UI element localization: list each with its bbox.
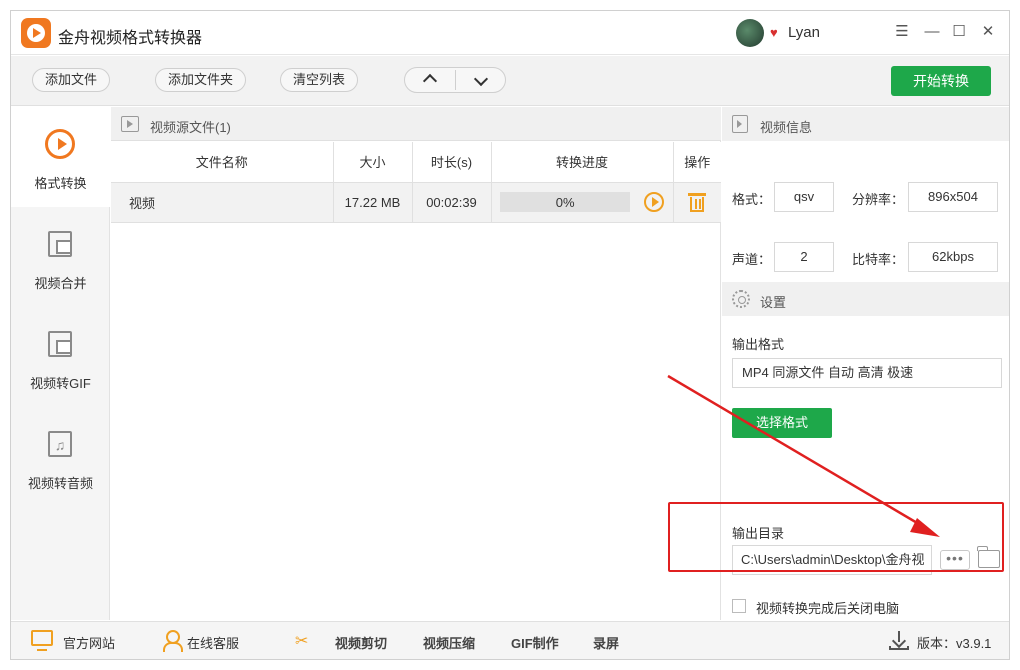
- table-row[interactable]: 视频 17.22 MB 00:02:39 0%: [111, 182, 721, 223]
- file-table: 文件名称 大小 时长(s) 转换进度 操作 视频 17.22 MB 00:02:…: [111, 142, 721, 223]
- footer-bar: 官方网站 在线客服 ✂ 视频剪切 视频压缩 GIF制作 录屏 版本：v3.9.1: [11, 621, 1009, 659]
- add-file-button[interactable]: 添加文件: [32, 68, 111, 92]
- column-header: 转换进度: [491, 142, 674, 183]
- video-info-icon: [732, 115, 748, 133]
- image-icon: [48, 331, 72, 357]
- merge-icon: [48, 231, 72, 257]
- video-cut-link[interactable]: 视频剪切: [335, 633, 387, 652]
- vip-heart-icon: ♥: [770, 25, 778, 40]
- online-support-link[interactable]: 在线客服: [187, 633, 239, 652]
- progress-cell: 0%: [491, 182, 674, 223]
- video-info-header: 视频信息: [722, 107, 1009, 141]
- app-title: 金舟视频格式转换器: [58, 30, 203, 47]
- file-list-header: 视频源文件(1): [111, 107, 721, 141]
- title-bar: 金舟视频格式转换器 ♥ Lyan ☰ — ☐ ✕: [11, 11, 1009, 55]
- close-icon[interactable]: ✕: [977, 21, 999, 43]
- sidebar-item-video-gif[interactable]: 视频转GIF: [11, 307, 110, 407]
- progress-bar: 0%: [500, 192, 631, 212]
- toolbar: 添加文件 添加文件夹 清空列表 开始转换: [11, 56, 1009, 106]
- screen-record-link[interactable]: 录屏: [593, 633, 619, 652]
- move-up-button[interactable]: [405, 68, 455, 92]
- shutdown-label: 视频转换完成后关闭电脑: [756, 601, 900, 616]
- file-list-title: 视频源文件(1): [150, 120, 231, 135]
- minimize-icon[interactable]: —: [921, 21, 943, 43]
- column-header: 大小: [333, 142, 413, 183]
- username[interactable]: Lyan: [788, 24, 820, 41]
- music-icon: ♫: [48, 431, 72, 457]
- choose-format-button[interactable]: 选择格式: [732, 408, 832, 438]
- sidebar-item-label: 视频转音频: [27, 476, 93, 491]
- video-compress-link[interactable]: 视频压缩: [423, 633, 475, 652]
- sidebar-item-label: 视频转GIF: [30, 376, 91, 391]
- maximize-icon[interactable]: ☐: [948, 21, 970, 43]
- official-website-link[interactable]: 官方网站: [63, 633, 115, 652]
- channel-value: 2: [774, 242, 834, 272]
- move-buttons: [404, 67, 506, 93]
- video-info-title: 视频信息: [760, 120, 813, 135]
- scissors-icon: ✂: [295, 633, 309, 650]
- column-header: 操作: [673, 142, 721, 183]
- download-base: [889, 646, 909, 650]
- chevron-down-icon: [473, 71, 489, 87]
- monitor-icon: [31, 630, 53, 651]
- bitrate-label: 比特率：: [852, 252, 905, 267]
- gif-make-link[interactable]: GIF制作: [511, 633, 559, 652]
- column-header: 文件名称: [111, 142, 334, 183]
- file-name: 视频: [111, 182, 334, 223]
- shutdown-checkbox[interactable]: [732, 599, 746, 613]
- version-label: 版本：v3.9.1: [917, 636, 992, 651]
- format-value: qsv: [774, 182, 834, 212]
- output-format-field[interactable]: MP4 同源文件 自动 高清 极速: [732, 358, 1002, 388]
- sidebar-item-video-merge[interactable]: 视频合并: [11, 207, 110, 307]
- chevron-up-icon: [422, 73, 438, 89]
- annotation-highlight-box: [668, 502, 1004, 572]
- channel-label: 声道：: [732, 252, 772, 267]
- start-convert-button[interactable]: 开始转换: [891, 66, 991, 96]
- format-label: 格式：: [732, 192, 772, 207]
- trash-icon[interactable]: [688, 191, 707, 213]
- sidebar-item-label: 视频合并: [34, 276, 87, 291]
- user-avatar[interactable]: [736, 19, 764, 47]
- file-size: 17.22 MB: [333, 182, 413, 223]
- sidebar-item-label: 格式转换: [34, 176, 87, 191]
- video-file-icon: [121, 116, 139, 132]
- sidebar-item-format-convert[interactable]: 格式转换: [11, 107, 110, 207]
- action-cell: [673, 182, 721, 223]
- gear-icon: [732, 290, 750, 308]
- column-header: 时长(s): [412, 142, 492, 183]
- resolution-label: 分辨率：: [852, 192, 905, 207]
- file-list-pane: 视频源文件(1) 文件名称 大小 时长(s) 转换进度 操作 视频 17.22 …: [111, 107, 721, 620]
- clear-list-button[interactable]: 清空列表: [280, 68, 359, 92]
- play-icon[interactable]: [643, 192, 664, 212]
- add-folder-button[interactable]: 添加文件夹: [155, 68, 247, 92]
- settings-header: 设置: [722, 282, 1009, 316]
- sidebar: 格式转换 视频合并 视频转GIF ♫ 视频转音频: [11, 107, 110, 620]
- support-person-icon: [163, 630, 183, 652]
- progress-text: 0%: [555, 195, 575, 210]
- move-down-button[interactable]: [456, 68, 506, 92]
- resolution-value: 896x504: [908, 182, 998, 212]
- app-logo-icon: [21, 18, 51, 48]
- output-format-label: 输出格式: [732, 337, 785, 352]
- convert-icon: [45, 129, 75, 159]
- settings-title: 设置: [760, 295, 787, 310]
- bitrate-value: 62kbps: [908, 242, 998, 272]
- file-duration: 00:02:39: [412, 182, 492, 223]
- sidebar-item-video-audio[interactable]: ♫ 视频转音频: [11, 407, 110, 507]
- menu-icon[interactable]: ☰: [891, 21, 913, 43]
